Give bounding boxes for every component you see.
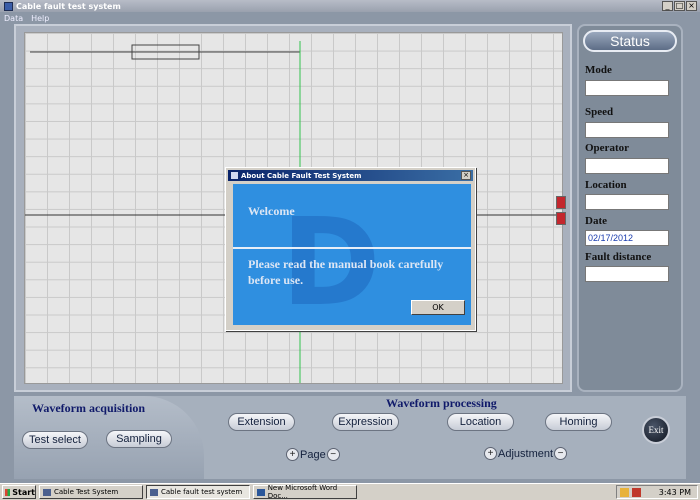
adjustment-control: + Adjustment − [484,447,568,460]
start-button[interactable]: Start [2,485,36,499]
speed-field[interactable] [585,122,669,138]
task-label: Cable fault test system [161,488,243,496]
window-icon [150,488,158,496]
dialog-titlebar[interactable]: About Cable Fault Test System × [228,170,473,181]
mode-field[interactable] [585,80,669,96]
task-word-document[interactable]: New Microsoft Word Doc... [253,484,357,500]
window-icon [43,488,51,496]
page-minus-button[interactable]: − [326,448,340,461]
security-shield-icon[interactable] [632,487,641,497]
operator-field[interactable] [585,158,669,174]
test-select-button[interactable]: Test select [22,431,88,449]
system-tray: 3:43 PM [616,485,698,499]
date-field[interactable]: 02/17/2012 [585,230,669,246]
mode-label: Mode [585,64,612,76]
page-label: Page [300,448,326,461]
adjustment-minus-button[interactable]: − [554,447,568,460]
status-button[interactable]: Status [583,30,677,52]
speed-label: Speed [585,106,614,118]
adjustment-label: Adjustment [498,447,554,460]
dialog-close-button[interactable]: × [461,171,471,180]
dialog-title: About Cable Fault Test System [241,171,362,180]
taskbar: Start Cable Test System Cable fault test… [0,483,700,500]
window-title: Cable fault test system [16,1,121,11]
task-cable-test-system[interactable]: Cable Test System [39,485,143,499]
marker-top[interactable] [556,196,566,209]
location-button[interactable]: Location [447,413,514,431]
marker-bottom[interactable] [556,212,566,225]
page-plus-button[interactable]: + [286,448,299,461]
location-label: Location [585,179,627,191]
start-label: Start [12,487,35,497]
dialog-divider [233,247,471,249]
date-label: Date [585,215,607,227]
word-icon [257,488,265,496]
exit-button[interactable]: Exit [642,416,670,444]
menu-data[interactable]: Data [4,14,23,23]
windows-flag-icon [5,488,11,496]
app-icon [4,1,13,11]
task-cable-fault-test-system[interactable]: Cable fault test system [146,485,250,499]
welcome-heading: Welcome [248,204,295,218]
fault-distance-field[interactable] [585,266,669,282]
expression-button[interactable]: Expression [332,413,399,431]
menu-help[interactable]: Help [31,14,49,23]
location-field[interactable] [585,194,669,210]
network-icon[interactable] [620,487,629,497]
task-label: Cable Test System [54,488,119,496]
window-controls: _ □ × [662,1,697,11]
menu-bar: Data Help [0,12,700,24]
operator-label: Operator [585,142,629,154]
extension-button[interactable]: Extension [228,413,295,431]
app-titlebar[interactable]: Cable fault test system _ □ × [0,0,700,12]
dialog-message: Please read the manual book carefully be… [248,257,444,287]
minimize-button[interactable]: _ [662,1,673,11]
processing-title: Waveform processing [386,396,497,410]
acquisition-title: Waveform acquisition [32,401,145,415]
sampling-button[interactable]: Sampling [106,430,172,448]
status-panel: Status Mode Speed Operator Location Date… [577,24,683,392]
maximize-button[interactable]: □ [674,1,685,11]
page-control: + Page − [286,448,340,461]
adjustment-plus-button[interactable]: + [484,447,497,460]
fault-distance-label: Fault distance [585,251,652,263]
dialog-app-icon [231,172,238,179]
homing-button[interactable]: Homing [545,413,612,431]
task-label: New Microsoft Word Doc... [267,484,338,500]
control-bar: Waveform acquisition Test select Samplin… [14,396,686,479]
ok-button[interactable]: OK [411,300,465,315]
about-dialog: About Cable Fault Test System × D Welcom… [225,167,476,331]
dialog-body: D Welcome Please read the manual book ca… [233,184,471,325]
clock[interactable]: 3:43 PM [659,488,691,497]
close-button[interactable]: × [686,1,697,11]
